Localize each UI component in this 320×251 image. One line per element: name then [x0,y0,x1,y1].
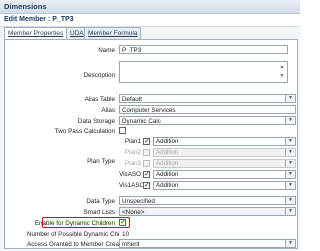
plan-name: Plan1 [124,138,141,145]
plan-name: Vis1ASO [119,182,145,189]
access-granted-select[interactable]: Inherit ▼ [119,239,296,248]
visaso-aggregation-select[interactable]: Addition ▼ [153,170,296,179]
description-label: Description [83,72,116,79]
possible-dynamic-children-label: Number of Possible Dynamic Children [27,231,134,238]
plan1-aggregation-select[interactable]: Addition ▼ [153,137,296,146]
textarea-scroll-arrows[interactable]: ▲ ▼ [278,63,286,81]
visaso-checkbox[interactable]: ✓ [143,171,150,178]
dialog-title: Edit Member : P_TP3 [4,16,74,23]
dialog-header: Edit Member : P_TP3 [0,14,300,27]
possible-dynamic-children-field[interactable]: 10 [119,229,296,238]
name-value: P_TP3 [122,47,142,54]
plan-name: Plan2 [124,149,141,156]
plan3-checkbox[interactable] [143,160,150,167]
data-type-select[interactable]: Unspecified ▼ [119,196,296,205]
data-storage-label: Data Storage [77,118,115,125]
plan2-aggregation-select[interactable]: Addition ▼ [153,148,296,157]
dimensions-window: Dimensions Edit Member : P_TP3 Member Pr… [0,0,300,251]
vis1aso-checkbox[interactable]: ✓ [143,182,150,189]
two-pass-checkbox[interactable] [119,127,126,134]
window-title: Dimensions [4,2,47,11]
data-storage-select[interactable]: Dynamic Calc ▼ [119,116,296,125]
plan-type-label: Plan Type [87,158,115,165]
data-type-label: Data Type [86,198,115,205]
alias-table-select[interactable]: Default ▼ [119,94,296,103]
chevron-down-icon: ▼ [285,197,295,204]
scroll-up-icon[interactable]: ▲ [278,63,286,72]
plan2-checkbox[interactable] [143,149,150,156]
highlight-box [42,217,130,228]
access-granted-label: Access Granted to Member Creator [27,241,127,248]
smart-lists-select[interactable]: <None> ▼ [119,207,296,216]
plan3-aggregation-select[interactable]: Addition ▼ [153,159,296,168]
title-bar: Dimensions [0,0,300,14]
name-field[interactable]: P_TP3 [119,45,288,54]
plan-name: Plan3 [124,160,141,167]
chevron-down-icon: ▼ [285,160,295,167]
chevron-down-icon: ▼ [285,95,295,102]
alias-table-label: Alias Table [84,96,115,103]
description-textarea[interactable]: ▲ ▼ [119,61,288,83]
chevron-down-icon: ▼ [285,240,295,247]
smart-lists-label: Smart Lists [83,209,116,216]
name-label: Name [98,47,115,54]
chevron-down-icon: ▼ [285,149,295,156]
alias-field[interactable]: Computer Services [119,105,296,114]
chevron-down-icon: ▼ [285,138,295,145]
alias-label: Alias [101,107,115,114]
vis1aso-aggregation-select[interactable]: Addition ▼ [153,181,296,190]
plan1-checkbox[interactable]: ✓ [143,138,150,145]
chevron-down-icon: ▼ [285,117,295,124]
scroll-down-icon[interactable]: ▼ [278,72,286,81]
plan-name: VisASO [119,171,141,178]
tab-member-formula[interactable]: Member Formula [84,27,142,39]
two-pass-label: Two Pass Calculation [54,128,115,135]
chevron-down-icon: ▼ [285,171,295,178]
member-properties-panel: Name P_TP3 Description ▲ ▼ Alias Table D… [4,39,298,249]
chevron-down-icon: ▼ [285,208,295,215]
chevron-down-icon: ▼ [285,182,295,189]
